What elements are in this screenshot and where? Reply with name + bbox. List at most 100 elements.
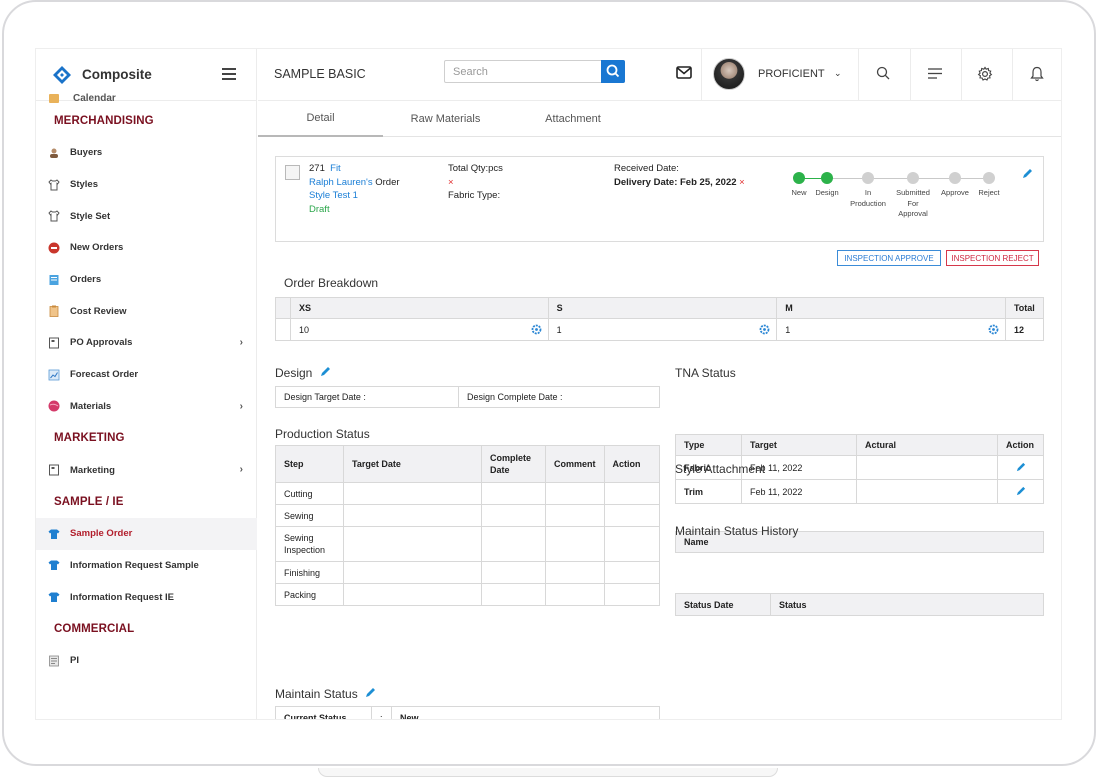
sidebar-item-orders[interactable]: Orders <box>36 264 257 296</box>
chevron-right-icon[interactable]: › <box>240 464 243 475</box>
app-name: Composite <box>82 67 152 82</box>
detail-content: 271 Fit Ralph Lauren's Order Style Test … <box>258 138 1061 719</box>
edit-pencil-icon[interactable] <box>1016 486 1026 496</box>
avatar[interactable] <box>713 58 745 90</box>
tab-raw-materials[interactable]: Raw Materials <box>398 101 493 137</box>
hamburger-menu-icon[interactable] <box>222 68 236 80</box>
mail-icon[interactable] <box>676 66 692 79</box>
fit-link[interactable]: Fit <box>330 163 341 174</box>
calendar-icon <box>49 93 59 103</box>
chevron-right-icon[interactable]: › <box>240 401 243 412</box>
edit-pencil-icon[interactable] <box>1022 168 1033 179</box>
table-header-cell: Actural <box>856 434 998 456</box>
sidebar-item-new-orders[interactable]: New Orders <box>36 232 257 264</box>
sidebar-item-forecast-order[interactable]: Forecast Order <box>36 359 257 391</box>
edit-pencil-icon[interactable] <box>320 366 331 377</box>
buyer-link[interactable]: Ralph Lauren's <box>309 177 373 188</box>
design-title-text: Design <box>275 366 313 380</box>
sidebar-item-style-set[interactable]: Style Set <box>36 200 257 232</box>
table-cell[interactable] <box>481 482 546 505</box>
table-row: Cutting <box>275 482 661 505</box>
tab-detail[interactable]: Detail <box>258 101 383 137</box>
table-header-cell: S <box>547 297 778 319</box>
sidebar-item-information-request-sample[interactable]: Information Request Sample <box>36 550 257 582</box>
gear-icon[interactable] <box>988 324 999 335</box>
sidebar-item-calendar[interactable]: Calendar <box>36 91 257 105</box>
divider <box>701 49 702 101</box>
top-bar: SAMPLE BASIC Search PROFICIENT ⌄ <box>258 49 1061 101</box>
clear-icon[interactable]: × <box>739 177 745 188</box>
table-cell[interactable] <box>343 482 482 505</box>
divider <box>910 49 911 101</box>
chevron-right-icon[interactable]: › <box>240 337 243 348</box>
design-target-date[interactable]: Design Target Date : <box>275 386 459 408</box>
gear-icon[interactable] <box>531 324 542 335</box>
sidebar-item-label: PI <box>70 655 79 667</box>
search-icon[interactable] <box>876 66 890 80</box>
order-breakdown-table: XS S M Total 10 1 1 12 <box>275 297 1045 341</box>
sidebar-item-pi[interactable]: PI <box>36 645 257 677</box>
table-cell[interactable]: 10 <box>289 318 549 341</box>
table-cell[interactable] <box>481 583 546 606</box>
clear-icon[interactable]: × <box>448 176 503 190</box>
date-info: Received Date: Delivery Date: Feb 25, 20… <box>614 162 745 189</box>
sidebar-item-label: New Orders <box>70 242 124 254</box>
table-cell[interactable] <box>545 561 605 584</box>
table-cell[interactable] <box>545 526 605 562</box>
table-cell[interactable] <box>343 526 482 562</box>
sidebar-item-materials[interactable]: Materials › <box>36 391 257 423</box>
list-icon[interactable] <box>928 68 942 79</box>
table-header-row: Step Target Date Complete Date Comment A… <box>275 445 661 483</box>
sidebar-item-information-request-ie[interactable]: Information Request IE <box>36 581 257 613</box>
production-status-title: Production Status <box>275 427 370 441</box>
sidebar-item-sample-order[interactable]: Sample Order <box>36 517 257 550</box>
table-cell[interactable] <box>603 583 661 606</box>
tshirt-icon <box>48 529 60 539</box>
sidebar-item-label: Buyers <box>70 147 103 159</box>
table-cell[interactable] <box>603 504 661 527</box>
search-input[interactable]: Search <box>444 60 625 83</box>
table-header-cell: Status Date <box>675 593 771 616</box>
style-image-placeholder <box>285 165 300 180</box>
table-cell[interactable] <box>343 561 482 584</box>
sidebar-item-cost-review[interactable]: Cost Review <box>36 295 257 327</box>
design-complete-date[interactable]: Design Complete Date : <box>458 386 660 408</box>
bell-icon[interactable] <box>1030 66 1044 82</box>
sidebar-item-styles[interactable]: Styles <box>36 169 257 201</box>
sidebar-item-label: Style Set <box>70 210 111 222</box>
table-cell[interactable] <box>545 504 605 527</box>
tna-type: Trim <box>675 479 742 504</box>
table-cell[interactable] <box>603 482 661 505</box>
sidebar-item-po-approvals[interactable]: PO Approvals › <box>36 327 257 359</box>
table-cell[interactable] <box>481 526 546 562</box>
table-cell[interactable] <box>481 561 546 584</box>
chevron-down-icon[interactable]: ⌄ <box>834 68 842 79</box>
step-cell: Finishing <box>275 561 344 584</box>
current-status-value: New <box>391 706 660 719</box>
table-cell[interactable] <box>603 526 661 562</box>
table-cell[interactable]: 1 <box>547 318 778 341</box>
edit-pencil-icon[interactable] <box>365 687 376 698</box>
table-cell[interactable] <box>603 561 661 584</box>
production-status-table: Step Target Date Complete Date Comment A… <box>275 445 661 606</box>
gear-icon[interactable] <box>977 66 993 82</box>
sidebar-item-buyers[interactable]: Buyers <box>36 137 257 169</box>
search-button[interactable] <box>601 60 625 83</box>
yarn-icon <box>48 400 60 412</box>
inspection-approve-button[interactable]: INSPECTION APPROVE <box>837 250 941 266</box>
inspection-reject-button[interactable]: INSPECTION REJECT <box>946 250 1039 266</box>
table-cell[interactable] <box>545 583 605 606</box>
style-link[interactable]: Style Test 1 <box>309 189 400 203</box>
gear-icon[interactable] <box>759 324 770 335</box>
table-header-cell: Target <box>741 434 857 456</box>
edit-pencil-icon[interactable] <box>1016 462 1026 472</box>
user-name[interactable]: PROFICIENT <box>758 68 825 80</box>
tab-attachment[interactable]: Attachment <box>528 101 618 137</box>
table-cell[interactable] <box>343 504 482 527</box>
table-cell[interactable] <box>481 504 546 527</box>
table-header-row: XS S M Total <box>275 297 1045 319</box>
table-cell[interactable] <box>343 583 482 606</box>
sidebar-item-marketing[interactable]: Marketing › <box>36 454 257 486</box>
table-cell[interactable] <box>545 482 605 505</box>
table-cell[interactable]: 1 <box>776 318 1006 341</box>
